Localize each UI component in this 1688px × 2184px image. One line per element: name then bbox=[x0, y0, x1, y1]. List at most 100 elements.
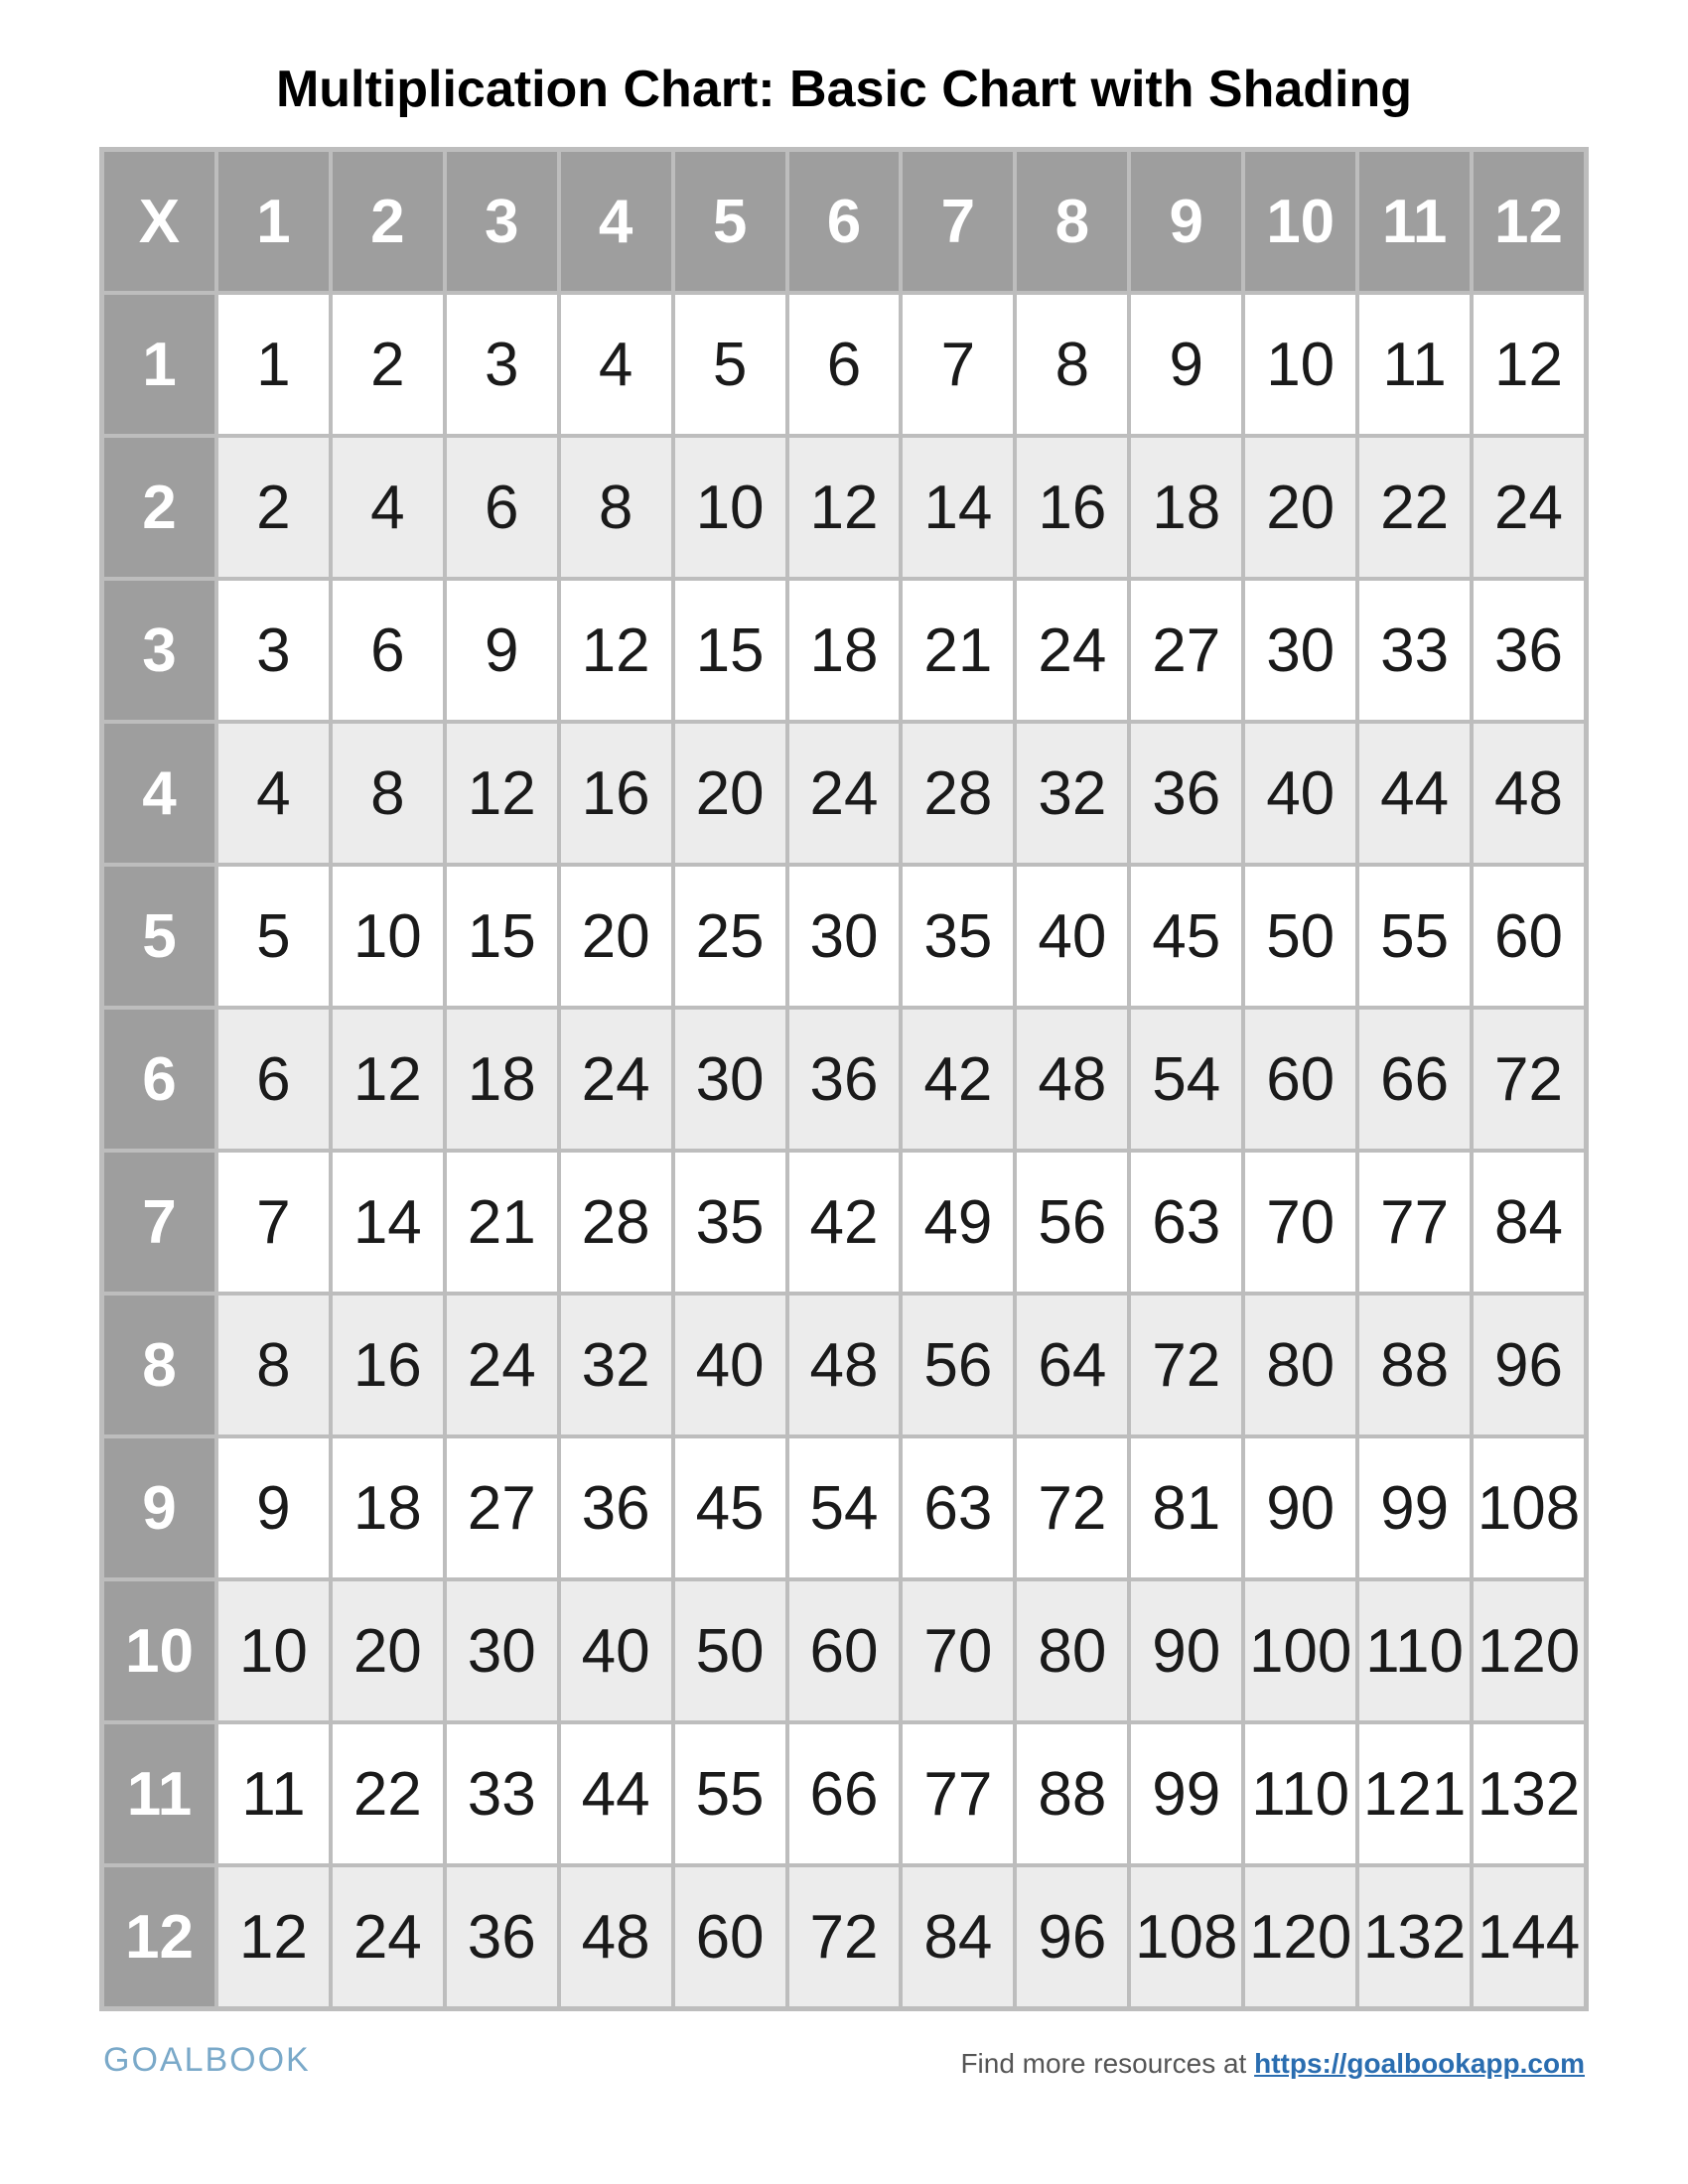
table-cell: 63 bbox=[902, 1437, 1014, 1578]
table-cell: 144 bbox=[1473, 1866, 1585, 2007]
table-cell: 30 bbox=[446, 1580, 558, 1721]
row-header: 4 bbox=[103, 723, 215, 864]
table-cell: 44 bbox=[1358, 723, 1471, 864]
table-cell: 63 bbox=[1130, 1152, 1242, 1293]
table-cell: 30 bbox=[674, 1009, 786, 1150]
table-cell: 14 bbox=[332, 1152, 444, 1293]
column-header: 9 bbox=[1130, 151, 1242, 292]
table-cell: 24 bbox=[446, 1295, 558, 1435]
table-cell: 40 bbox=[1016, 866, 1128, 1007]
column-header: 11 bbox=[1358, 151, 1471, 292]
table-cell: 35 bbox=[902, 866, 1014, 1007]
table-cell: 50 bbox=[674, 1580, 786, 1721]
table-cell: 36 bbox=[446, 1866, 558, 2007]
table-cell: 60 bbox=[1473, 866, 1585, 1007]
table-cell: 64 bbox=[1016, 1295, 1128, 1435]
row-header: 6 bbox=[103, 1009, 215, 1150]
column-header: 7 bbox=[902, 151, 1014, 292]
table-cell: 36 bbox=[560, 1437, 672, 1578]
table-cell: 33 bbox=[446, 1723, 558, 1864]
table-cell: 10 bbox=[332, 866, 444, 1007]
column-header: 2 bbox=[332, 151, 444, 292]
table-cell: 84 bbox=[902, 1866, 1014, 2007]
table-cell: 48 bbox=[560, 1866, 672, 2007]
table-cell: 77 bbox=[1358, 1152, 1471, 1293]
table-cell: 22 bbox=[1358, 437, 1471, 578]
column-header: 8 bbox=[1016, 151, 1128, 292]
table-cell: 36 bbox=[1473, 580, 1585, 721]
table-cell: 6 bbox=[332, 580, 444, 721]
table-cell: 9 bbox=[1130, 294, 1242, 435]
table-cell: 70 bbox=[1244, 1152, 1356, 1293]
table-cell: 16 bbox=[1016, 437, 1128, 578]
row-header: 2 bbox=[103, 437, 215, 578]
table-cell: 100 bbox=[1244, 1580, 1356, 1721]
table-cell: 121 bbox=[1358, 1723, 1471, 1864]
table-cell: 21 bbox=[446, 1152, 558, 1293]
table-cell: 72 bbox=[788, 1866, 901, 2007]
row-header: 3 bbox=[103, 580, 215, 721]
table-cell: 60 bbox=[674, 1866, 786, 2007]
table-cell: 1 bbox=[217, 294, 330, 435]
row-header: 7 bbox=[103, 1152, 215, 1293]
row-header: 11 bbox=[103, 1723, 215, 1864]
table-cell: 12 bbox=[332, 1009, 444, 1150]
column-header: 1 bbox=[217, 151, 330, 292]
table-cell: 24 bbox=[560, 1009, 672, 1150]
table-cell: 40 bbox=[1244, 723, 1356, 864]
table-cell: 12 bbox=[788, 437, 901, 578]
table-cell: 6 bbox=[217, 1009, 330, 1150]
table-cell: 99 bbox=[1358, 1437, 1471, 1578]
table-cell: 10 bbox=[674, 437, 786, 578]
table-cell: 70 bbox=[902, 1580, 1014, 1721]
table-cell: 42 bbox=[788, 1152, 901, 1293]
column-header: 4 bbox=[560, 151, 672, 292]
table-cell: 28 bbox=[560, 1152, 672, 1293]
table-cell: 33 bbox=[1358, 580, 1471, 721]
table-cell: 7 bbox=[902, 294, 1014, 435]
table-cell: 12 bbox=[217, 1866, 330, 2007]
table-cell: 24 bbox=[332, 1866, 444, 2007]
table-cell: 8 bbox=[560, 437, 672, 578]
table-cell: 30 bbox=[1244, 580, 1356, 721]
table-cell: 24 bbox=[1016, 580, 1128, 721]
row-header: 5 bbox=[103, 866, 215, 1007]
table-cell: 90 bbox=[1244, 1437, 1356, 1578]
table-cell: 96 bbox=[1016, 1866, 1128, 2007]
page-title: Multiplication Chart: Basic Chart with S… bbox=[99, 60, 1589, 119]
table-cell: 10 bbox=[217, 1580, 330, 1721]
column-header: 3 bbox=[446, 151, 558, 292]
corner-cell: X bbox=[103, 151, 215, 292]
table-cell: 11 bbox=[217, 1723, 330, 1864]
table-cell: 55 bbox=[674, 1723, 786, 1864]
table-cell: 24 bbox=[788, 723, 901, 864]
table-cell: 108 bbox=[1130, 1866, 1242, 2007]
table-cell: 99 bbox=[1130, 1723, 1242, 1864]
table-cell: 12 bbox=[446, 723, 558, 864]
table-cell: 132 bbox=[1358, 1866, 1471, 2007]
table-cell: 108 bbox=[1473, 1437, 1585, 1578]
row-header: 12 bbox=[103, 1866, 215, 2007]
table-cell: 24 bbox=[1473, 437, 1585, 578]
table-cell: 96 bbox=[1473, 1295, 1585, 1435]
table-cell: 132 bbox=[1473, 1723, 1585, 1864]
table-cell: 81 bbox=[1130, 1437, 1242, 1578]
table-cell: 110 bbox=[1358, 1580, 1471, 1721]
table-cell: 32 bbox=[560, 1295, 672, 1435]
table-cell: 8 bbox=[332, 723, 444, 864]
table-cell: 54 bbox=[788, 1437, 901, 1578]
table-cell: 21 bbox=[902, 580, 1014, 721]
table-cell: 48 bbox=[1473, 723, 1585, 864]
table-cell: 48 bbox=[788, 1295, 901, 1435]
table-cell: 48 bbox=[1016, 1009, 1128, 1150]
row-header: 8 bbox=[103, 1295, 215, 1435]
table-cell: 72 bbox=[1016, 1437, 1128, 1578]
table-cell: 6 bbox=[788, 294, 901, 435]
table-cell: 5 bbox=[217, 866, 330, 1007]
table-cell: 15 bbox=[674, 580, 786, 721]
multiplication-table: X123456789101112112345678910111222468101… bbox=[99, 147, 1589, 2011]
resources-link[interactable]: https://goalbookapp.com bbox=[1254, 2048, 1585, 2079]
table-cell: 2 bbox=[332, 294, 444, 435]
table-cell: 20 bbox=[332, 1580, 444, 1721]
table-cell: 12 bbox=[560, 580, 672, 721]
